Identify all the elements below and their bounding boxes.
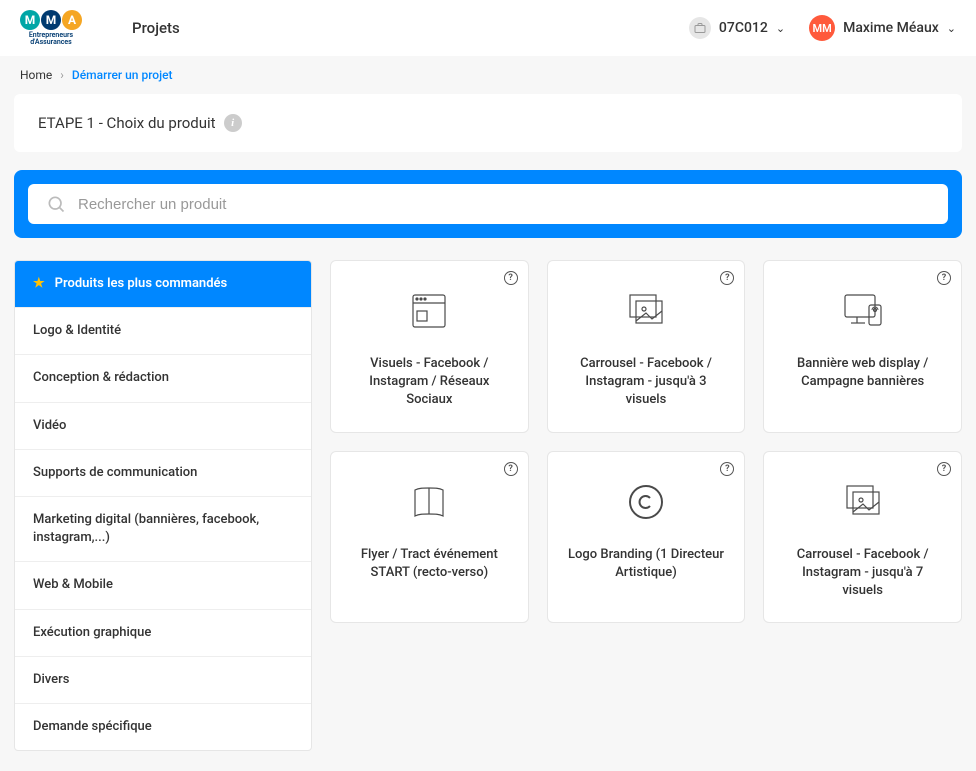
help-icon[interactable]: ? (937, 462, 951, 476)
browser-icon (405, 287, 453, 335)
step-label: ETAPE 1 - Choix du produit (38, 114, 216, 132)
sidebar-item-divers[interactable]: Divers (15, 657, 311, 704)
account-code: 07C012 (719, 20, 768, 36)
sidebar-item-label: Demande spécifique (33, 719, 152, 734)
card-title: Logo Branding (1 Directeur Artistique) (564, 546, 729, 582)
copyright-icon (622, 478, 670, 526)
logo-circles: M M A (20, 10, 82, 30)
sidebar-item-demande[interactable]: Demande spécifique (15, 704, 311, 750)
main-grid: ★ Produits les plus commandés Logo & Ide… (14, 260, 962, 751)
sidebar-item-label: Web & Mobile (33, 577, 113, 592)
sidebar-item-label: Logo & Identité (33, 323, 121, 338)
chevron-down-icon: ⌄ (776, 22, 785, 35)
logo-letter-2: A (62, 10, 82, 30)
sidebar-item-conception[interactable]: Conception & rédaction (15, 355, 311, 402)
sidebar-item-label: Supports de communication (33, 465, 197, 480)
nav-projets[interactable]: Projets (132, 19, 180, 37)
card-title: Carrousel - Facebook / Instagram - jusqu… (564, 355, 729, 410)
account-selector[interactable]: 07C012 ⌄ (689, 17, 785, 39)
breadcrumb-current[interactable]: Démarrer un projet (72, 68, 173, 82)
search-wrap (14, 170, 962, 238)
header-right: 07C012 ⌄ MM Maxime Méaux ⌄ (689, 15, 956, 41)
breadcrumb-home[interactable]: Home (20, 68, 52, 82)
card-title: Bannière web display / Campagne bannière… (780, 355, 945, 391)
sidebar: ★ Produits les plus commandés Logo & Ide… (14, 260, 312, 751)
logo-letter-1: M (41, 10, 61, 30)
sidebar-item-marketing[interactable]: Marketing digital (bannières, facebook, … (15, 497, 311, 562)
sidebar-item-label: Marketing digital (bannières, facebook, … (33, 512, 259, 545)
avatar: MM (809, 15, 835, 41)
sidebar-item-label: Exécution graphique (33, 625, 151, 640)
header: M M A Entrepreneursd'Assurances Projets … (0, 0, 976, 56)
sidebar-item-label: Produits les plus commandés (55, 275, 228, 293)
info-icon[interactable]: i (224, 114, 242, 132)
help-icon[interactable]: ? (504, 271, 518, 285)
sidebar-item-supports[interactable]: Supports de communication (15, 450, 311, 497)
header-left: M M A Entrepreneursd'Assurances Projets (20, 10, 180, 46)
chevron-down-icon: ⌄ (947, 22, 956, 35)
devices-icon (839, 287, 887, 335)
help-icon[interactable]: ? (720, 462, 734, 476)
sidebar-item-execution[interactable]: Exécution graphique (15, 610, 311, 657)
logo[interactable]: M M A Entrepreneursd'Assurances (20, 10, 82, 46)
card-title: Carrousel - Facebook / Instagram - jusqu… (780, 546, 945, 601)
search-box[interactable] (28, 184, 948, 224)
cards-grid: ? Visuels - Facebook / Instagram / Résea… (330, 260, 962, 623)
briefcase-icon (689, 17, 711, 39)
chevron-right-icon: › (60, 68, 64, 82)
card-carrousel-7[interactable]: ? Carrousel - Facebook / Instagram - jus… (763, 451, 962, 624)
help-icon[interactable]: ? (720, 271, 734, 285)
help-icon[interactable]: ? (504, 462, 518, 476)
help-icon[interactable]: ? (937, 271, 951, 285)
star-icon: ★ (33, 275, 45, 293)
logo-letter-0: M (20, 10, 40, 30)
card-logo-branding[interactable]: ? Logo Branding (1 Directeur Artistique) (547, 451, 746, 624)
sidebar-item-web[interactable]: Web & Mobile (15, 562, 311, 609)
images-icon (622, 287, 670, 335)
logo-tagline: Entrepreneursd'Assurances (29, 32, 73, 46)
sidebar-item-logo[interactable]: Logo & Identité (15, 308, 311, 355)
card-flyer[interactable]: ? Flyer / Tract événement START (recto-v… (330, 451, 529, 624)
sidebar-item-label: Conception & rédaction (33, 370, 169, 385)
search-icon (46, 194, 66, 214)
card-title: Visuels - Facebook / Instagram / Réseaux… (347, 355, 512, 410)
images-icon (839, 478, 887, 526)
card-visuels[interactable]: ? Visuels - Facebook / Instagram / Résea… (330, 260, 529, 433)
card-banniere[interactable]: ? Bannière web display / Campagne banniè… (763, 260, 962, 433)
content: ETAPE 1 - Choix du produit i ★ Produits … (0, 94, 976, 771)
book-icon (405, 478, 453, 526)
breadcrumb: Home › Démarrer un projet (0, 56, 976, 94)
search-input[interactable] (78, 196, 930, 213)
card-title: Flyer / Tract événement START (recto-ver… (347, 546, 512, 582)
card-carrousel-3[interactable]: ? Carrousel - Facebook / Instagram - jus… (547, 260, 746, 433)
sidebar-item-video[interactable]: Vidéo (15, 403, 311, 450)
sidebar-item-label: Vidéo (33, 418, 66, 433)
step-bar: ETAPE 1 - Choix du produit i (14, 94, 962, 152)
sidebar-item-label: Divers (33, 672, 69, 687)
sidebar-item-popular[interactable]: ★ Produits les plus commandés (15, 261, 311, 308)
user-selector[interactable]: MM Maxime Méaux ⌄ (809, 15, 956, 41)
user-name: Maxime Méaux (843, 20, 939, 36)
